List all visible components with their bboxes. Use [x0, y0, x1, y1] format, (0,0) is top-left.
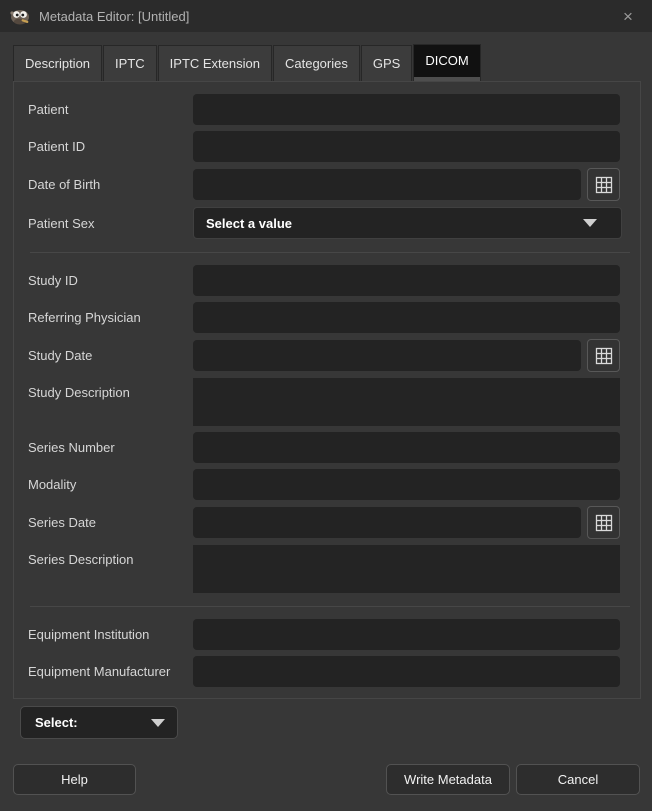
tab-label: Categories [285, 56, 348, 71]
form-row: Study Date [14, 339, 640, 372]
tab-dicom[interactable]: DICOM [413, 44, 480, 81]
tab-label: GPS [373, 56, 400, 71]
chevron-down-icon [583, 219, 597, 227]
form-row: Study Description [14, 378, 640, 426]
series-date-input[interactable] [193, 507, 581, 538]
field-label: Date of Birth [28, 177, 193, 192]
tab-label: DICOM [425, 53, 468, 68]
wilber-icon [9, 7, 31, 25]
field-label: Series Number [28, 440, 193, 455]
field-label: Study ID [28, 273, 193, 288]
form-row: Patient [14, 94, 640, 125]
field-label: Patient ID [28, 139, 193, 154]
metadata-notebook: Description IPTC IPTC Extension Categori… [13, 44, 641, 699]
form-row: Series Number [14, 432, 640, 463]
selected-value: Select: [35, 715, 151, 730]
calendar-grid-icon [595, 347, 613, 365]
tab-label: IPTC [115, 56, 145, 71]
form-row: Equipment Institution [14, 619, 640, 650]
series-number-input[interactable] [193, 432, 620, 463]
date-of-birth-input[interactable] [193, 169, 581, 200]
dialog-footer: Help Write Metadata Cancel [13, 764, 640, 795]
help-button[interactable]: Help [13, 764, 136, 795]
field-label: Series Date [28, 515, 193, 530]
section-divider [30, 606, 630, 607]
field-label: Modality [28, 477, 193, 492]
field-label: Equipment Manufacturer [28, 664, 193, 679]
form-row: Modality [14, 469, 640, 500]
tab-label: Description [25, 56, 90, 71]
field-label: Patient [28, 102, 193, 117]
cancel-button[interactable]: Cancel [516, 764, 640, 795]
write-metadata-button[interactable]: Write Metadata [386, 764, 510, 795]
form-row: Patient Sex Select a value [14, 207, 640, 239]
calendar-grid-icon [595, 176, 613, 194]
form-row: Study ID [14, 265, 640, 296]
series-description-textarea[interactable] [193, 545, 620, 593]
patient-id-input[interactable] [193, 131, 620, 162]
chevron-down-icon [151, 719, 165, 727]
form-row: Equipment Manufacturer [14, 656, 640, 687]
field-label: Study Description [28, 378, 193, 400]
equipment-manufacturer-input[interactable] [193, 656, 620, 687]
study-date-input[interactable] [193, 340, 581, 371]
modality-input[interactable] [193, 469, 620, 500]
selected-value: Select a value [206, 216, 583, 231]
field-label: Series Description [28, 545, 193, 567]
equipment-institution-input[interactable] [193, 619, 620, 650]
tab-categories[interactable]: Categories [273, 45, 360, 81]
field-label: Referring Physician [28, 310, 193, 325]
close-icon[interactable]: × [614, 4, 642, 28]
patient-sex-select[interactable]: Select a value [193, 207, 622, 239]
tab-bar: Description IPTC IPTC Extension Categori… [13, 44, 641, 81]
tab-iptc-extension[interactable]: IPTC Extension [158, 45, 272, 81]
section-divider [30, 252, 630, 253]
patient-input[interactable] [193, 94, 620, 125]
form-row: Series Date [14, 506, 640, 539]
titlebar: Metadata Editor: [Untitled] × [0, 0, 652, 32]
field-label: Patient Sex [28, 216, 193, 231]
date-of-birth-calendar-button[interactable] [587, 168, 620, 201]
form-row: Date of Birth [14, 168, 640, 201]
tab-description[interactable]: Description [13, 45, 102, 81]
preset-select[interactable]: Select: [20, 706, 178, 739]
tab-label: IPTC Extension [170, 56, 260, 71]
window-title: Metadata Editor: [Untitled] [39, 9, 614, 24]
form-row: Referring Physician [14, 302, 640, 333]
series-date-calendar-button[interactable] [587, 506, 620, 539]
form-row: Series Description [14, 545, 640, 593]
form-row: Patient ID [14, 131, 640, 162]
tab-gps[interactable]: GPS [361, 45, 412, 81]
calendar-grid-icon [595, 514, 613, 532]
dicom-tab-panel: Patient Patient ID Date of Birth [13, 81, 641, 699]
tab-iptc[interactable]: IPTC [103, 45, 157, 81]
field-label: Equipment Institution [28, 627, 193, 642]
study-description-textarea[interactable] [193, 378, 620, 426]
referring-physician-input[interactable] [193, 302, 620, 333]
study-id-input[interactable] [193, 265, 620, 296]
metadata-editor-window: Metadata Editor: [Untitled] × Descriptio… [0, 0, 652, 811]
study-date-calendar-button[interactable] [587, 339, 620, 372]
field-label: Study Date [28, 348, 193, 363]
